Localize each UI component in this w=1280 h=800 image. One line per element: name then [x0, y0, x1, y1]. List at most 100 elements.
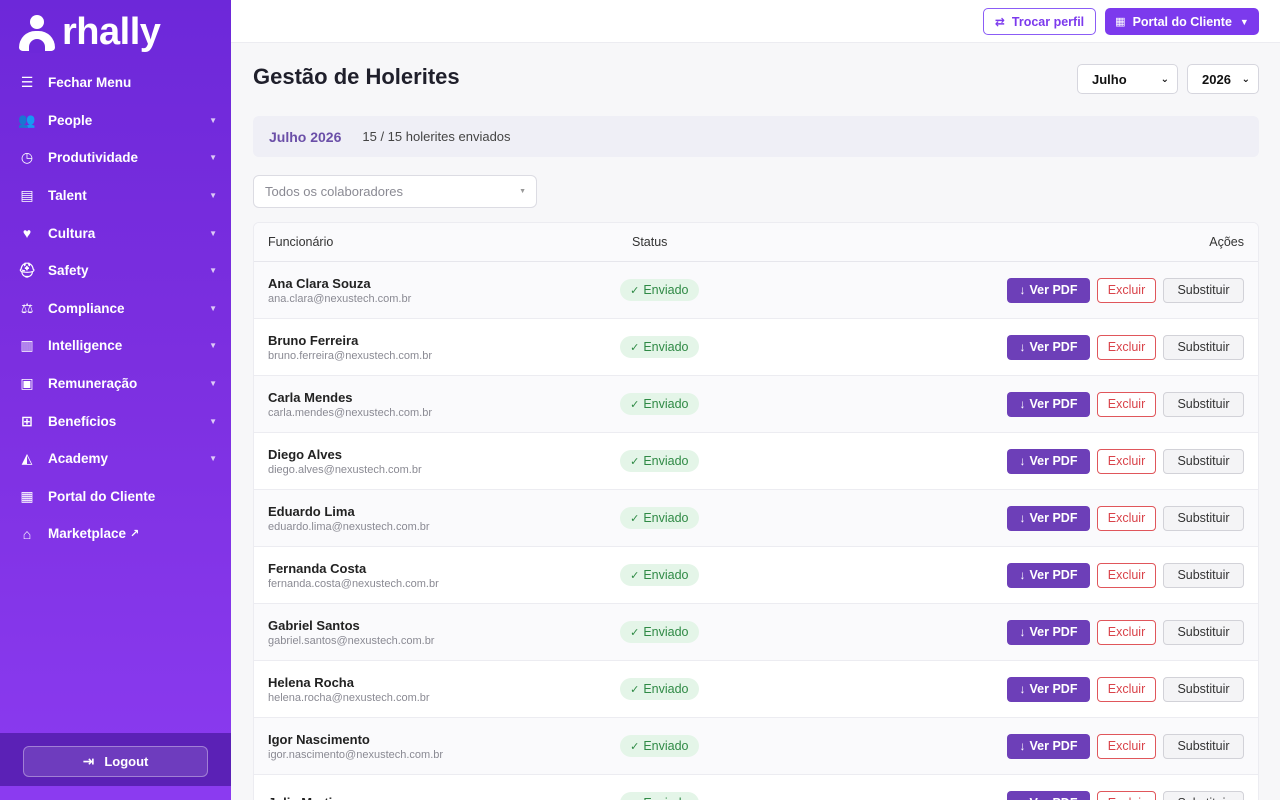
year-select[interactable]: 2026 ⌄: [1187, 64, 1259, 94]
chevron-down-icon: ▼: [209, 153, 217, 163]
delete-button[interactable]: Excluir: [1097, 505, 1156, 531]
view-pdf-button[interactable]: ↓ Ver PDF: [1007, 505, 1090, 531]
replace-button[interactable]: Substituir: [1163, 562, 1244, 588]
chevron-down-icon: ▼: [209, 115, 217, 125]
sidebar-item-people[interactable]: 👥 People ▼: [0, 102, 231, 140]
view-pdf-label: Ver PDF: [1029, 739, 1078, 753]
building-icon: ▦: [20, 487, 34, 504]
employee-name: Igor Nascimento: [268, 731, 370, 747]
delete-button[interactable]: Excluir: [1097, 391, 1156, 417]
view-pdf-label: Ver PDF: [1030, 796, 1078, 800]
chevron-down-icon: ⌄: [1160, 73, 1169, 85]
sidebar-item-safety[interactable]: ⛑ Safety ▼: [0, 252, 231, 290]
delete-button[interactable]: Excluir: [1097, 619, 1156, 645]
money-icon: ▣: [20, 375, 34, 392]
brand-logo[interactable]: rhally: [18, 12, 161, 53]
sidebar-item-marketplace[interactable]: ⌂ Marketplace ↗: [0, 515, 231, 553]
employee-email: helena.rocha@nexustech.com.br: [268, 691, 430, 704]
status-badge: ✓ Enviado: [620, 735, 699, 757]
delete-button[interactable]: Excluir: [1097, 562, 1156, 588]
employee-cell: Carla Mendes carla.mendes@nexustech.com.…: [254, 390, 620, 419]
employee-email: diego.alves@nexustech.com.br: [268, 463, 422, 476]
sidebar-item-academy[interactable]: ◭ Academy ▼: [0, 440, 231, 478]
sidebar-item-cultura[interactable]: ♥ Cultura ▼: [0, 214, 231, 252]
replace-button[interactable]: Substituir: [1163, 391, 1244, 417]
sidebar-item-label: Academy: [48, 451, 109, 467]
view-pdf-button[interactable]: ↓ Ver PDF: [1007, 676, 1090, 702]
replace-button[interactable]: Substituir: [1163, 277, 1244, 303]
logout-icon: ⇥: [82, 753, 95, 769]
delete-button[interactable]: Excluir: [1097, 733, 1156, 759]
delete-button[interactable]: Excluir: [1097, 448, 1156, 474]
status-cell: ✓ Enviado: [620, 393, 1007, 415]
view-pdf-button[interactable]: ↓ Ver PDF: [1007, 790, 1090, 800]
view-pdf-button[interactable]: ↓ Ver PDF: [1007, 733, 1090, 759]
table-row: Fernanda Costa fernanda.costa@nexustech.…: [254, 547, 1258, 604]
arrow-down-icon: ↓: [1019, 682, 1026, 696]
actions-cell: ↓ Ver PDF Excluir Substituir: [1007, 733, 1258, 759]
check-icon: ✓: [630, 284, 640, 297]
check-icon: ✓: [630, 626, 640, 639]
client-portal-button[interactable]: ▦ Portal do Cliente ▼: [1105, 8, 1259, 35]
sidebar-item-beneficios[interactable]: ⊞ Benefícios ▼: [0, 402, 231, 440]
summary-count: 15 / 15 holerites enviados: [362, 129, 511, 144]
logout-button[interactable]: ⇥ Logout: [23, 746, 208, 777]
replace-button[interactable]: Substituir: [1163, 334, 1244, 360]
bar-chart-icon: ▥: [20, 337, 34, 354]
sidebar: rhally ☰ Fechar Menu 👥 People ▼ ◷ Produtividad…: [0, 0, 231, 800]
sidebar-item-intelligence[interactable]: ▥ Intelligence ▼: [0, 327, 231, 365]
delete-button[interactable]: Excluir: [1097, 676, 1156, 702]
view-pdf-button[interactable]: ↓ Ver PDF: [1007, 277, 1090, 303]
actions-cell: ↓ Ver PDF Excluir Substituir: [1007, 505, 1258, 531]
gift-icon: ⊞: [21, 412, 33, 429]
status-label: Enviado: [643, 397, 689, 411]
topbar: ⇄ Trocar perfil ▦ Portal do Cliente ▼: [231, 0, 1280, 43]
status-cell: ✓ Enviado: [620, 621, 1007, 643]
chevron-down-icon: ▼: [209, 228, 217, 238]
chevron-down-icon: ▼: [209, 379, 217, 389]
month-select[interactable]: Julho ⌄: [1077, 64, 1178, 94]
replace-button[interactable]: Substituir: [1163, 733, 1244, 759]
sidebar-footer: ⇥ Logout: [0, 733, 231, 786]
employee-filter-select[interactable]: Todos os colaboradores ▼: [253, 175, 537, 208]
sidebar-item-portal-do-cliente[interactable]: ▦ Portal do Cliente: [0, 478, 231, 516]
sidebar-item-remuneracao[interactable]: ▣ Remuneração ▼: [0, 365, 231, 403]
sidebar-item-fechar-menu[interactable]: ☰ Fechar Menu: [0, 64, 231, 102]
table-row: Carla Mendes carla.mendes@nexustech.com.…: [254, 376, 1258, 433]
employee-cell: Gabriel Santos gabriel.santos@nexustech.…: [254, 618, 620, 647]
employee-cell: Fernanda Costa fernanda.costa@nexustech.…: [254, 561, 620, 590]
delete-button[interactable]: Excluir: [1097, 790, 1156, 800]
sidebar-item-label: Safety: [48, 263, 89, 279]
status-badge: ✓ Enviado: [620, 507, 699, 529]
status-label: Enviado: [643, 682, 689, 696]
sidebar-item-compliance[interactable]: ⚖ Compliance ▼: [0, 290, 231, 328]
column-status: Status: [632, 235, 668, 249]
check-icon: ✓: [630, 683, 640, 696]
check-icon: ✓: [630, 797, 639, 800]
replace-button[interactable]: Substituir: [1163, 505, 1244, 531]
status-badge: ✓ Enviado: [620, 336, 699, 358]
view-pdf-button[interactable]: ↓ Ver PDF: [1007, 562, 1090, 588]
chevron-down-icon: ▼: [209, 266, 217, 276]
table-row: Julia Martins ✓ Enviado ↓ Ver PDF Exclui…: [254, 775, 1258, 800]
view-pdf-button[interactable]: ↓ Ver PDF: [1007, 334, 1090, 360]
delete-button[interactable]: Excluir: [1097, 334, 1156, 360]
replace-button[interactable]: Substituir: [1163, 790, 1244, 800]
replace-button[interactable]: Substituir: [1163, 619, 1244, 645]
view-pdf-button[interactable]: ↓ Ver PDF: [1007, 448, 1090, 474]
caret-down-icon: ▼: [519, 188, 526, 195]
sidebar-item-produtividade[interactable]: ◷ Produtividade ▼: [0, 139, 231, 177]
view-pdf-label: Ver PDF: [1029, 682, 1078, 696]
sidebar-item-label: Cultura: [48, 225, 96, 241]
sidebar-item-talent[interactable]: ▤ Talent ▼: [0, 177, 231, 215]
switch-profile-button[interactable]: ⇄ Trocar perfil: [983, 8, 1096, 35]
status-badge: ✓ Enviado: [620, 564, 699, 586]
view-pdf-button[interactable]: ↓ Ver PDF: [1007, 619, 1090, 645]
replace-button[interactable]: Substituir: [1163, 448, 1244, 474]
delete-button[interactable]: Excluir: [1097, 277, 1156, 303]
graduation-cap-icon: ◭: [21, 450, 33, 467]
status-label: Enviado: [643, 739, 689, 753]
sidebar-item-label: Portal do Cliente: [48, 488, 156, 504]
view-pdf-button[interactable]: ↓ Ver PDF: [1007, 391, 1090, 417]
replace-button[interactable]: Substituir: [1163, 676, 1244, 702]
